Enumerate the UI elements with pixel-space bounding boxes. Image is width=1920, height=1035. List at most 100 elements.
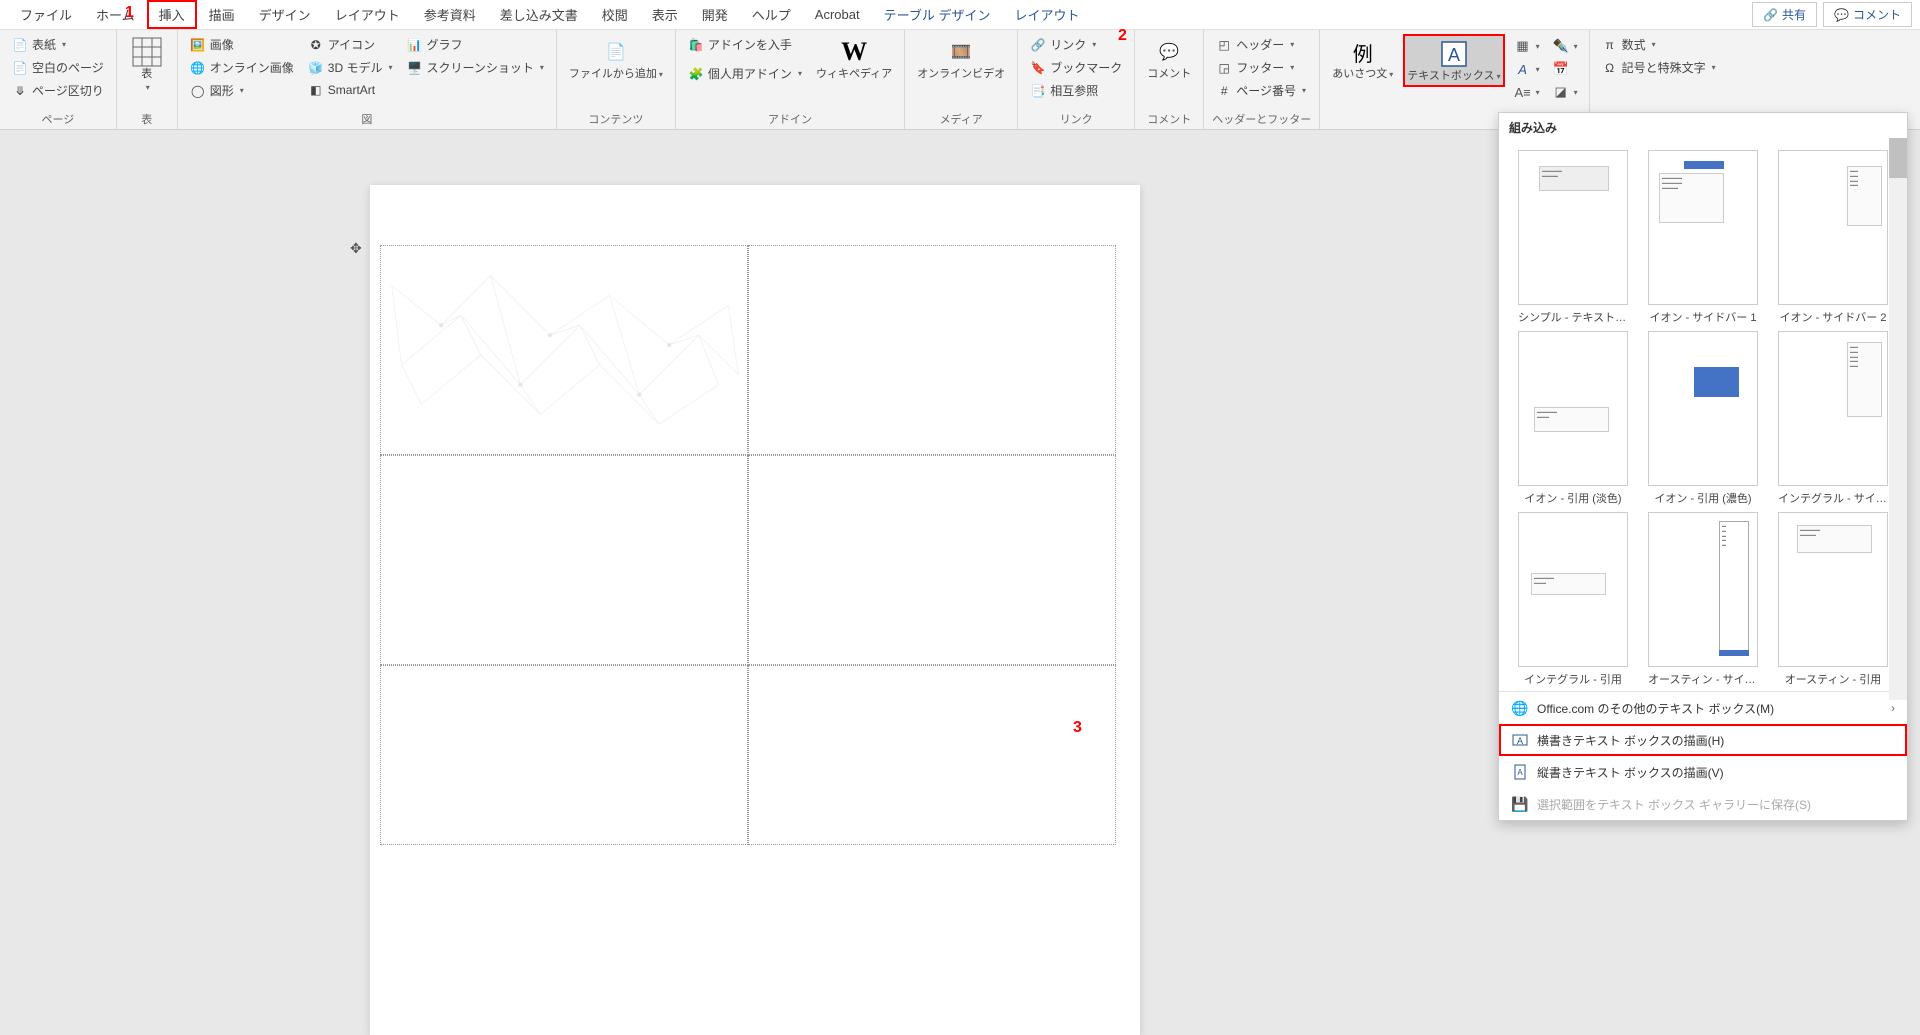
- tab-table-design[interactable]: テーブル デザイン: [872, 0, 1003, 29]
- gallery-item[interactable]: イオン - 引用 (濃色): [1641, 331, 1765, 506]
- shapes-button[interactable]: ◯図形▾: [186, 80, 298, 101]
- textbox-gallery: ▬▬▬▬▬▬▬▬▬シンプル - テキスト ボッ... ▬▬▬▬▬▬▬▬▬▬▬▬▬…: [1499, 142, 1907, 691]
- gallery-item[interactable]: ▬▬▬▬▬▬▬▬イオン - サイドバー 2: [1771, 150, 1895, 325]
- gallery-item[interactable]: ▬▬▬▬▬▬▬▬インテグラル - 引用: [1511, 512, 1635, 687]
- share-icon: 🔗: [1763, 8, 1778, 22]
- datetime-button[interactable]: 📅: [1551, 59, 1579, 79]
- gallery-scrollbar[interactable]: [1889, 138, 1907, 700]
- comment-balloon-icon: 💬: [1153, 36, 1185, 68]
- tab-references[interactable]: 参考資料: [412, 0, 488, 29]
- footer-button[interactable]: ◲フッター▾: [1212, 57, 1310, 78]
- table-cell[interactable]: [748, 665, 1116, 845]
- signature-button[interactable]: ✒️▾: [1551, 36, 1579, 56]
- comment-button[interactable]: 💬コメント: [1823, 2, 1912, 27]
- svg-text:A: A: [1448, 45, 1460, 65]
- icons-button[interactable]: ✪アイコン: [304, 34, 397, 55]
- get-addins-button[interactable]: 🛍️アドインを入手: [684, 34, 806, 55]
- picture-icon: 🖼️: [190, 37, 206, 53]
- group-label-links: リンク: [1026, 109, 1126, 127]
- file-add-icon: 📄: [600, 36, 632, 68]
- page-break-button[interactable]: ⤋ページ区切り: [8, 80, 108, 101]
- tab-draw[interactable]: 描画: [197, 0, 247, 29]
- gallery-item[interactable]: ▬▬▬▬▬▬▬▬イオン - 引用 (淡色): [1511, 331, 1635, 506]
- table-button[interactable]: 表▾: [125, 34, 169, 96]
- tab-acrobat[interactable]: Acrobat: [803, 2, 872, 27]
- group-label-addins: アドイン: [684, 109, 896, 127]
- link-icon: 🔗: [1030, 37, 1046, 53]
- share-button[interactable]: 🔗共有: [1752, 2, 1817, 27]
- callout-1: 1: [125, 4, 134, 22]
- new-comment-button[interactable]: 💬コメント: [1143, 34, 1195, 83]
- more-office-textboxes[interactable]: 🌐Office.com のその他のテキスト ボックス(M)›: [1499, 692, 1907, 724]
- dropcap-button[interactable]: A≡▾: [1513, 82, 1541, 102]
- gallery-item[interactable]: ▬▬▬▬▬▬▬▬▬▬インテグラル - サイドバー: [1771, 331, 1895, 506]
- online-video-button[interactable]: 🎞️オンラインビデオ: [913, 34, 1009, 83]
- wikipedia-button[interactable]: Wウィキペディア: [812, 34, 896, 83]
- quickparts-button[interactable]: ▦▾: [1513, 36, 1541, 56]
- table-cell[interactable]: [380, 245, 748, 455]
- gallery-item[interactable]: ▬▬▬▬▬▬▬▬▬シンプル - テキスト ボッ...: [1511, 150, 1635, 325]
- blank-page-icon: 📄: [12, 60, 28, 76]
- page-number-button[interactable]: #ページ番号▾: [1212, 80, 1310, 101]
- tab-file[interactable]: ファイル: [8, 0, 84, 29]
- group-label-pages: ページ: [8, 109, 108, 127]
- group-label-comments: コメント: [1143, 109, 1195, 127]
- my-addins-button[interactable]: 🧩個人用アドイン▾: [684, 63, 806, 84]
- page-break-icon: ⤋: [12, 83, 28, 99]
- tab-home[interactable]: ホーム: [84, 0, 147, 29]
- table-anchor-icon[interactable]: ✥: [350, 240, 362, 257]
- tab-view[interactable]: 表示: [640, 0, 690, 29]
- table-cell[interactable]: [380, 665, 748, 845]
- smartart-button[interactable]: ◧SmartArt: [304, 80, 397, 100]
- pagenum-icon: #: [1216, 83, 1232, 99]
- group-label-illustrations: 図: [186, 109, 548, 127]
- addin-icon: 🧩: [688, 66, 704, 82]
- pictures-button[interactable]: 🖼️画像: [186, 34, 298, 55]
- object-button[interactable]: ◪▾: [1551, 82, 1579, 102]
- bookmark-button[interactable]: 🔖ブックマーク: [1026, 57, 1126, 78]
- shapes-icon: ◯: [190, 83, 206, 99]
- crossref-button[interactable]: 📑相互参照: [1026, 80, 1126, 101]
- header-button[interactable]: ◰ヘッダー▾: [1212, 34, 1310, 55]
- table-cell[interactable]: [748, 455, 1116, 665]
- tab-mailings[interactable]: 差し込み文書: [488, 0, 590, 29]
- draw-vertical-textbox[interactable]: A縦書きテキスト ボックスの描画(V): [1499, 756, 1907, 788]
- callout-3: 3: [1073, 719, 1082, 737]
- svg-text:A: A: [1517, 736, 1523, 746]
- cover-page-button[interactable]: 📄表紙▾: [8, 34, 108, 55]
- omega-icon: Ω: [1602, 60, 1618, 76]
- tab-developer[interactable]: 開発: [690, 0, 740, 29]
- textbox-button[interactable]: Aテキストボックス▾: [1403, 34, 1504, 87]
- gallery-item[interactable]: ▬▬▬▬▬▬▬▬▬オースティン - 引用: [1771, 512, 1895, 687]
- chart-button[interactable]: 📊グラフ: [402, 34, 547, 55]
- screenshot-button[interactable]: 🖥️スクリーンショット▾: [402, 57, 547, 78]
- tab-layout[interactable]: レイアウト: [323, 0, 412, 29]
- gallery-item[interactable]: ▬▬▬▬▬オースティン - サイドバー: [1641, 512, 1765, 687]
- blank-page-button[interactable]: 📄空白のページ: [8, 57, 108, 78]
- wordart-button[interactable]: A▾: [1513, 59, 1541, 79]
- pi-icon: π: [1602, 37, 1618, 53]
- symbol-button[interactable]: Ω記号と特殊文字▾: [1598, 57, 1720, 78]
- document-table[interactable]: [380, 245, 1130, 845]
- table-icon: [131, 36, 163, 68]
- draw-horizontal-textbox[interactable]: A横書きテキスト ボックスの描画(H): [1499, 724, 1907, 756]
- 3d-models-button[interactable]: 🧊3D モデル▾: [304, 57, 397, 78]
- table-cell[interactable]: [748, 245, 1116, 455]
- gallery-item[interactable]: ▬▬▬▬▬▬▬▬▬▬▬▬▬▬イオン - サイドバー 1: [1641, 150, 1765, 325]
- online-pictures-button[interactable]: 🌐オンライン画像: [186, 57, 298, 78]
- tab-review[interactable]: 校閲: [590, 0, 640, 29]
- link-button[interactable]: 🔗リンク▾: [1026, 34, 1126, 55]
- dropdown-section-header: 組み込み: [1499, 113, 1907, 142]
- reuse-files-button[interactable]: 📄ファイルから追加▾: [565, 34, 667, 83]
- tab-insert[interactable]: 挿入: [147, 0, 197, 29]
- globe-icon: 🌐: [1511, 699, 1529, 717]
- table-cell[interactable]: [380, 455, 748, 665]
- tab-design[interactable]: デザイン: [247, 0, 323, 29]
- chevron-down-icon: ▾: [62, 40, 66, 49]
- group-label-contents: コンテンツ: [565, 109, 667, 127]
- tab-help[interactable]: ヘルプ: [740, 0, 803, 29]
- greeting-button[interactable]: 例あいさつ文▾: [1328, 34, 1397, 83]
- crossref-icon: 📑: [1030, 83, 1046, 99]
- tab-table-layout[interactable]: レイアウト: [1002, 0, 1091, 29]
- equation-button[interactable]: π数式▾: [1598, 34, 1720, 55]
